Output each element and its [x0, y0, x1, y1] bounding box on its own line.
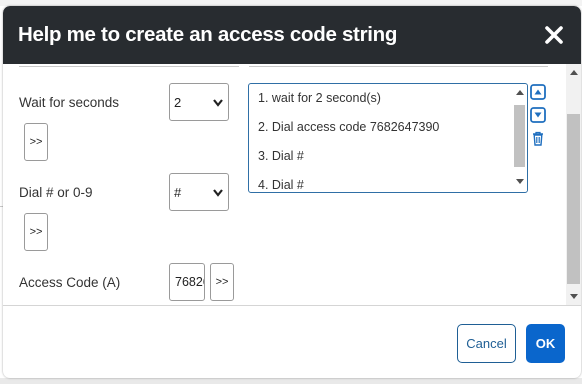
dialog-body[interactable]: Wait for seconds 2 >> Dial # or 0-9 # >>…	[3, 64, 581, 305]
dial-digit-select[interactable]: #	[169, 173, 229, 211]
dial-digit-label: Dial # or 0-9	[19, 185, 93, 200]
wait-seconds-select[interactable]: 2	[169, 83, 229, 121]
dialog-header: Help me to create an access code string	[3, 6, 581, 64]
dialog-body-scrollbar-thumb[interactable]	[567, 114, 580, 284]
dialog-title: Help me to create an access code string	[18, 23, 398, 46]
scroll-up-arrow-icon[interactable]	[570, 69, 578, 75]
chevron-down-icon	[213, 189, 223, 197]
sequence-listbox[interactable]: 1. wait for 2 second(s) 2. Dial access c…	[248, 83, 528, 193]
access-code-value: 7682647390	[175, 275, 204, 289]
listbox-scrollbar[interactable]	[512, 85, 527, 191]
list-item[interactable]: 4. Dial #	[258, 178, 304, 192]
cancel-button[interactable]: Cancel	[457, 324, 516, 363]
list-item[interactable]: 2. Dial access code 7682647390	[258, 120, 439, 134]
close-icon[interactable]	[543, 24, 565, 46]
move-down-icon[interactable]	[530, 107, 546, 123]
list-item[interactable]: 3. Dial #	[258, 149, 304, 163]
trash-icon[interactable]	[530, 130, 546, 146]
add-wait-button[interactable]: >>	[24, 123, 48, 161]
add-dial-button[interactable]: >>	[24, 213, 48, 251]
divider	[19, 66, 239, 67]
listbox-scrollbar-thumb[interactable]	[514, 105, 525, 167]
divider	[249, 66, 548, 67]
access-code-dialog: Help me to create an access code string …	[3, 6, 581, 378]
wait-seconds-value: 2	[174, 95, 182, 110]
page-background-bottom	[0, 378, 582, 384]
scroll-up-arrow-icon[interactable]	[516, 89, 524, 95]
ok-button[interactable]: OK	[526, 324, 565, 363]
scroll-down-arrow-icon[interactable]	[570, 294, 578, 300]
dial-digit-value: #	[174, 185, 182, 200]
access-code-label: Access Code (A)	[19, 275, 121, 290]
access-code-input[interactable]: 7682647390	[169, 263, 205, 301]
dialog-body-scrollbar[interactable]	[566, 64, 581, 305]
scroll-down-arrow-icon[interactable]	[516, 179, 524, 185]
list-item[interactable]: 1. wait for 2 second(s)	[258, 91, 381, 105]
move-up-icon[interactable]	[530, 84, 546, 100]
chevron-down-icon	[213, 99, 223, 107]
wait-seconds-label: Wait for seconds	[19, 95, 120, 110]
add-access-code-button[interactable]: >>	[210, 263, 234, 301]
footer-divider	[3, 305, 581, 306]
